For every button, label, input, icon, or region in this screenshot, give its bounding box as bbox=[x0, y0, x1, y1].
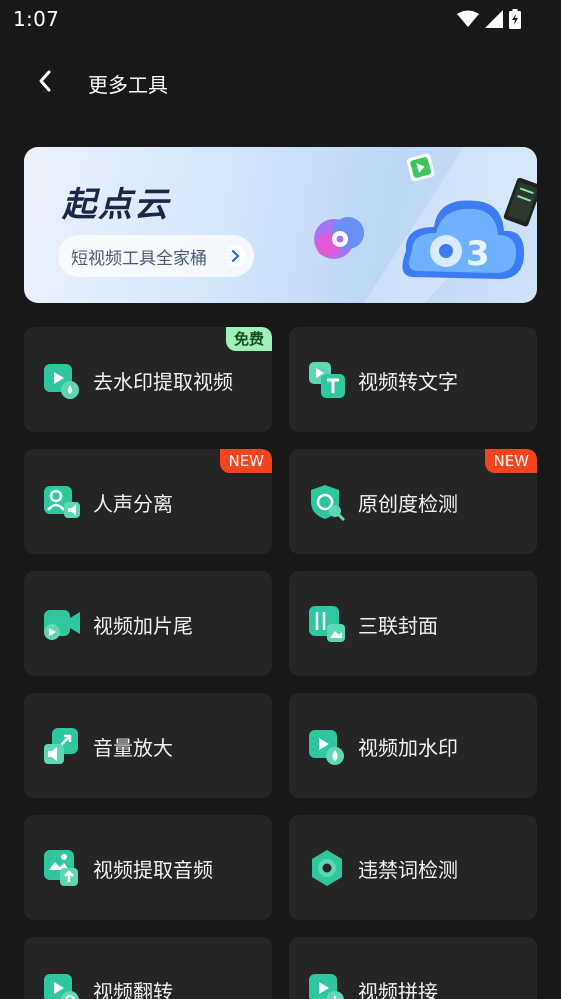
tool-card-banned-word-check[interactable]: 违禁词检测 bbox=[289, 815, 537, 920]
chevron-right-icon bbox=[224, 245, 246, 267]
banner-brand: 起点云 bbox=[62, 185, 170, 225]
status-icons bbox=[457, 9, 521, 29]
banner-subtitle-pill[interactable]: 短视频工具全家桶 bbox=[58, 235, 254, 277]
tool-label: 视频加片尾 bbox=[93, 614, 193, 638]
tool-label: 原创度检测 bbox=[358, 492, 458, 516]
video-flip-icon bbox=[44, 974, 79, 999]
tool-label: 视频提取音频 bbox=[93, 858, 213, 882]
tool-card-volume-amplify[interactable]: 音量放大 bbox=[24, 693, 272, 798]
banned-word-check-icon bbox=[312, 850, 342, 886]
video-add-watermark-icon bbox=[309, 730, 344, 765]
status-bar: 1:07 bbox=[0, 0, 561, 40]
tool-card-video-outro[interactable]: 视频加片尾 bbox=[24, 571, 272, 676]
new-badge: NEW bbox=[220, 449, 272, 473]
page-title: 更多工具 bbox=[88, 73, 168, 97]
extract-audio-icon bbox=[44, 850, 78, 886]
video-outro-icon bbox=[44, 610, 80, 640]
tool-label: 视频转文字 bbox=[358, 370, 458, 394]
tool-label: 去水印提取视频 bbox=[93, 370, 233, 394]
tool-label: 人声分离 bbox=[93, 492, 173, 516]
top-nav: 更多工具 bbox=[0, 54, 561, 110]
tool-card-video-to-text[interactable]: 视频转文字 bbox=[289, 327, 537, 432]
battery-charging-icon bbox=[509, 9, 521, 29]
triple-cover-icon bbox=[309, 606, 345, 642]
tool-card-add-watermark[interactable]: 视频加水印 bbox=[289, 693, 537, 798]
free-badge: 免费 bbox=[225, 327, 272, 351]
tool-card-remove-watermark[interactable]: 去水印提取视频 免费 bbox=[24, 327, 272, 432]
video-to-text-icon bbox=[309, 362, 345, 398]
tool-card-video-merge[interactable]: 视频拼接 bbox=[289, 937, 537, 999]
video-watermark-remove-icon bbox=[44, 364, 79, 399]
voice-separate-icon bbox=[44, 486, 80, 518]
tool-label: 视频翻转 bbox=[93, 980, 173, 999]
tool-card-voice-separation[interactable]: 人声分离 NEW bbox=[24, 449, 272, 554]
tool-label: 三联封面 bbox=[358, 614, 438, 638]
tool-label: 违禁词检测 bbox=[358, 858, 458, 882]
tool-label: 音量放大 bbox=[93, 736, 173, 760]
banner-subtitle: 短视频工具全家桶 bbox=[71, 248, 207, 269]
back-button[interactable] bbox=[30, 66, 60, 96]
tool-label: 视频加水印 bbox=[358, 736, 458, 760]
chevron-left-icon bbox=[39, 70, 51, 92]
signal-icon bbox=[485, 10, 503, 28]
tool-card-originality-check[interactable]: 原创度检测 NEW bbox=[289, 449, 537, 554]
tool-label: 视频拼接 bbox=[358, 980, 438, 999]
tool-card-video-flip[interactable]: 视频翻转 bbox=[24, 937, 272, 999]
status-time: 1:07 bbox=[13, 7, 60, 31]
wifi-icon bbox=[457, 10, 479, 27]
originality-check-icon bbox=[311, 485, 346, 522]
banner-illustration: 3 bbox=[314, 147, 537, 303]
new-badge: NEW bbox=[485, 449, 537, 473]
tool-card-extract-audio[interactable]: 视频提取音频 bbox=[24, 815, 272, 920]
video-merge-icon bbox=[309, 974, 344, 999]
tool-card-triple-cover[interactable]: 三联封面 bbox=[289, 571, 537, 676]
svg-text:3: 3 bbox=[466, 234, 490, 274]
promo-banner[interactable]: 起点云 短视频工具全家桶 3 bbox=[24, 147, 537, 303]
volume-amplify-icon bbox=[44, 728, 78, 764]
